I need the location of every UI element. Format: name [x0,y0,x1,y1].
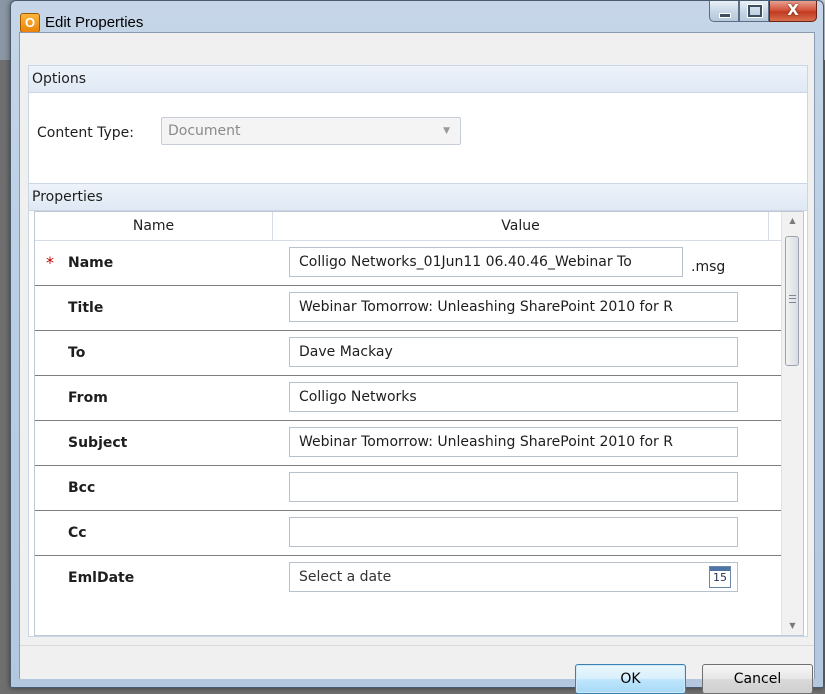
emldate-date-picker[interactable]: Select a date 15 [289,562,738,592]
property-rows: * Name Colligo Networks_01Jun11 06.40.46… [35,241,781,600]
table-row: EmlDate Select a date 15 [35,556,781,600]
window-title: Edit Properties [45,14,144,31]
subject-field[interactable]: Webinar Tomorrow: Unleashing SharePoint … [289,427,738,457]
property-name: From [68,390,108,406]
scroll-up-icon[interactable]: ▲ [782,212,803,230]
property-name: Cc [68,525,87,541]
table-row: Subject Webinar Tomorrow: Unleashing Sha… [35,421,781,466]
title-field[interactable]: Webinar Tomorrow: Unleashing SharePoint … [289,292,738,322]
maximize-button[interactable] [739,1,769,22]
dialog-client-area: Options Content Type: Document ▼ Propert… [19,32,815,694]
close-icon: X [787,1,799,19]
chevron-down-icon: ▼ [443,126,450,136]
content-type-dropdown[interactable]: Document ▼ [161,117,461,145]
close-button[interactable]: X [769,1,817,22]
required-marker: * [46,253,54,272]
property-name: EmlDate [68,570,135,586]
grid-header: Name Value [35,212,781,241]
options-header: Options [29,66,807,93]
property-name: Bcc [68,480,96,496]
dialog-footer: OK Cancel [20,645,814,694]
minimize-button[interactable] [709,1,739,22]
table-row: From Colligo Networks [35,376,781,421]
calendar-icon[interactable]: 15 [709,566,731,588]
from-field[interactable]: Colligo Networks [289,382,738,412]
column-header-name[interactable]: Name [35,212,273,240]
properties-header: Properties [29,184,807,211]
property-grid: Name Value * Name Colligo Networks_01Jun… [34,211,804,636]
outlook-app-icon: O [20,13,40,33]
properties-group: Properties Name Value * Name Colligo Net… [28,183,808,637]
file-extension: .msg [691,259,726,275]
edit-properties-dialog: O Edit Properties X Options Content Type… [10,0,824,694]
column-header-value[interactable]: Value [273,212,769,240]
bcc-field[interactable] [289,472,738,502]
grip-icon [789,295,796,303]
table-row: Title Webinar Tomorrow: Unleashing Share… [35,286,781,331]
scroll-down-icon[interactable]: ▼ [782,617,803,635]
table-row: * Name Colligo Networks_01Jun11 06.40.46… [35,241,781,286]
minimize-icon [719,13,731,18]
name-field[interactable]: Colligo Networks_01Jun11 06.40.46_Webina… [289,247,683,277]
ok-button[interactable]: OK [575,664,686,694]
content-type-value: Document [168,123,241,139]
property-name: To [68,345,86,361]
options-group: Options Content Type: Document ▼ [28,65,808,201]
date-placeholder: Select a date [299,569,392,585]
property-name: Title [68,300,104,316]
property-name: Subject [68,435,128,451]
cancel-button[interactable]: Cancel [702,664,813,694]
property-name: Name [68,255,114,271]
scrollbar-thumb[interactable] [785,236,799,366]
caption-buttons: X [709,1,817,23]
table-row: Cc [35,511,781,556]
table-row: To Dave Mackay [35,331,781,376]
table-row: Bcc [35,466,781,511]
to-field[interactable]: Dave Mackay [289,337,738,367]
maximize-icon [747,4,763,18]
cc-field[interactable] [289,517,738,547]
vertical-scrollbar[interactable]: ▲ ▼ [781,212,803,635]
content-type-label: Content Type: [37,125,135,141]
